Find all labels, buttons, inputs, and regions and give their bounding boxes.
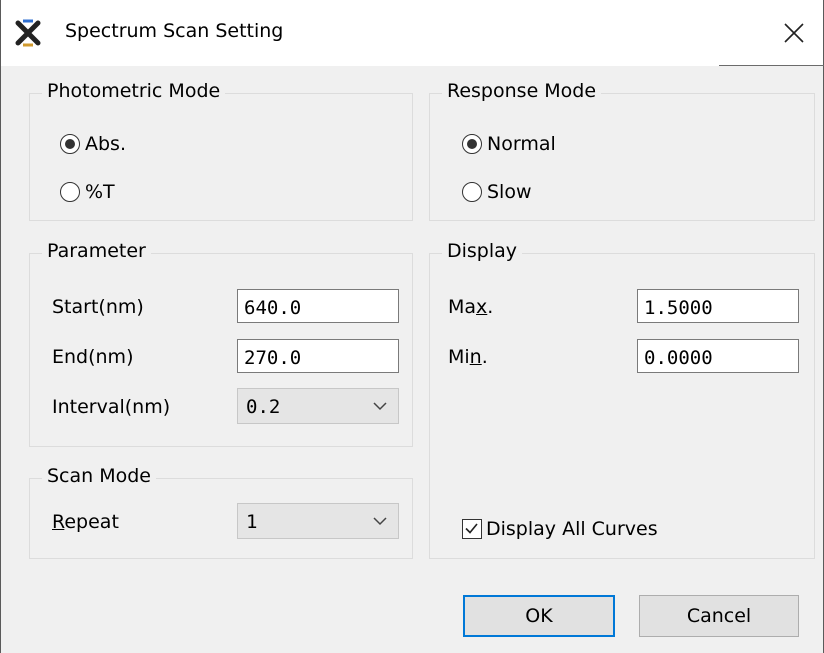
repeat-select[interactable]: 1 bbox=[237, 503, 399, 539]
checkmark-icon bbox=[465, 523, 478, 534]
radio-slow-label: Slow bbox=[487, 181, 532, 203]
radio-button-selected[interactable] bbox=[60, 134, 80, 154]
radio-normal-label: Normal bbox=[487, 133, 556, 155]
radio-abs-label: Abs. bbox=[85, 133, 126, 155]
radio-normal[interactable]: Normal bbox=[462, 130, 556, 158]
chevron-down-icon bbox=[373, 402, 387, 411]
scan-mode-legend: Scan Mode bbox=[42, 463, 156, 489]
window-title: Spectrum Scan Setting bbox=[65, 20, 284, 42]
photometric-mode-group: Photometric Mode Abs. %T bbox=[29, 78, 413, 221]
display-all-curves-label: Display All Curves bbox=[486, 518, 658, 540]
display-group: Display Max. 1.5000 Min. 0.0000 Display … bbox=[429, 238, 815, 559]
close-button[interactable] bbox=[771, 10, 817, 56]
parameter-legend: Parameter bbox=[42, 238, 151, 264]
min-input[interactable]: 0.0000 bbox=[637, 339, 799, 373]
end-input[interactable]: 270.0 bbox=[237, 339, 399, 373]
radio-button[interactable] bbox=[462, 182, 482, 202]
chevron-down-icon bbox=[373, 517, 387, 526]
start-input[interactable]: 640.0 bbox=[237, 289, 399, 323]
display-legend: Display bbox=[442, 238, 523, 264]
repeat-value: 1 bbox=[246, 511, 258, 533]
photometric-mode-legend: Photometric Mode bbox=[42, 78, 226, 104]
parameter-group: Parameter Start(nm) 640.0 End(nm) 270.0 … bbox=[29, 238, 413, 447]
radio-percent-t-label: %T bbox=[85, 181, 115, 203]
max-label: Max. bbox=[448, 296, 494, 318]
radio-abs[interactable]: Abs. bbox=[60, 130, 126, 158]
min-label: Min. bbox=[448, 346, 488, 368]
end-label: End(nm) bbox=[52, 346, 134, 368]
title-bar: Spectrum Scan Setting bbox=[0, 0, 824, 66]
cancel-button[interactable]: Cancel bbox=[639, 595, 799, 637]
response-mode-group: Response Mode Normal Slow bbox=[429, 78, 815, 221]
display-all-curves-checkbox[interactable] bbox=[462, 519, 482, 539]
ok-button[interactable]: OK bbox=[463, 595, 615, 637]
repeat-label: Repeat bbox=[52, 511, 119, 533]
scan-mode-group: Scan Mode Repeat 1 bbox=[29, 463, 413, 559]
radio-button[interactable] bbox=[60, 182, 80, 202]
radio-button-selected[interactable] bbox=[462, 134, 482, 154]
response-mode-legend: Response Mode bbox=[442, 78, 602, 104]
max-input[interactable]: 1.5000 bbox=[637, 289, 799, 323]
start-label: Start(nm) bbox=[52, 296, 144, 318]
close-icon bbox=[784, 23, 804, 43]
spectrum-app-icon bbox=[15, 19, 41, 47]
interval-label: Interval(nm) bbox=[52, 396, 171, 418]
interval-select[interactable]: 0.2 bbox=[237, 388, 399, 424]
dialog-body: Photometric Mode Abs. %T Response Mode N… bbox=[0, 66, 824, 653]
radio-percent-t[interactable]: %T bbox=[60, 178, 115, 206]
radio-slow[interactable]: Slow bbox=[462, 178, 532, 206]
interval-value: 0.2 bbox=[246, 396, 281, 418]
